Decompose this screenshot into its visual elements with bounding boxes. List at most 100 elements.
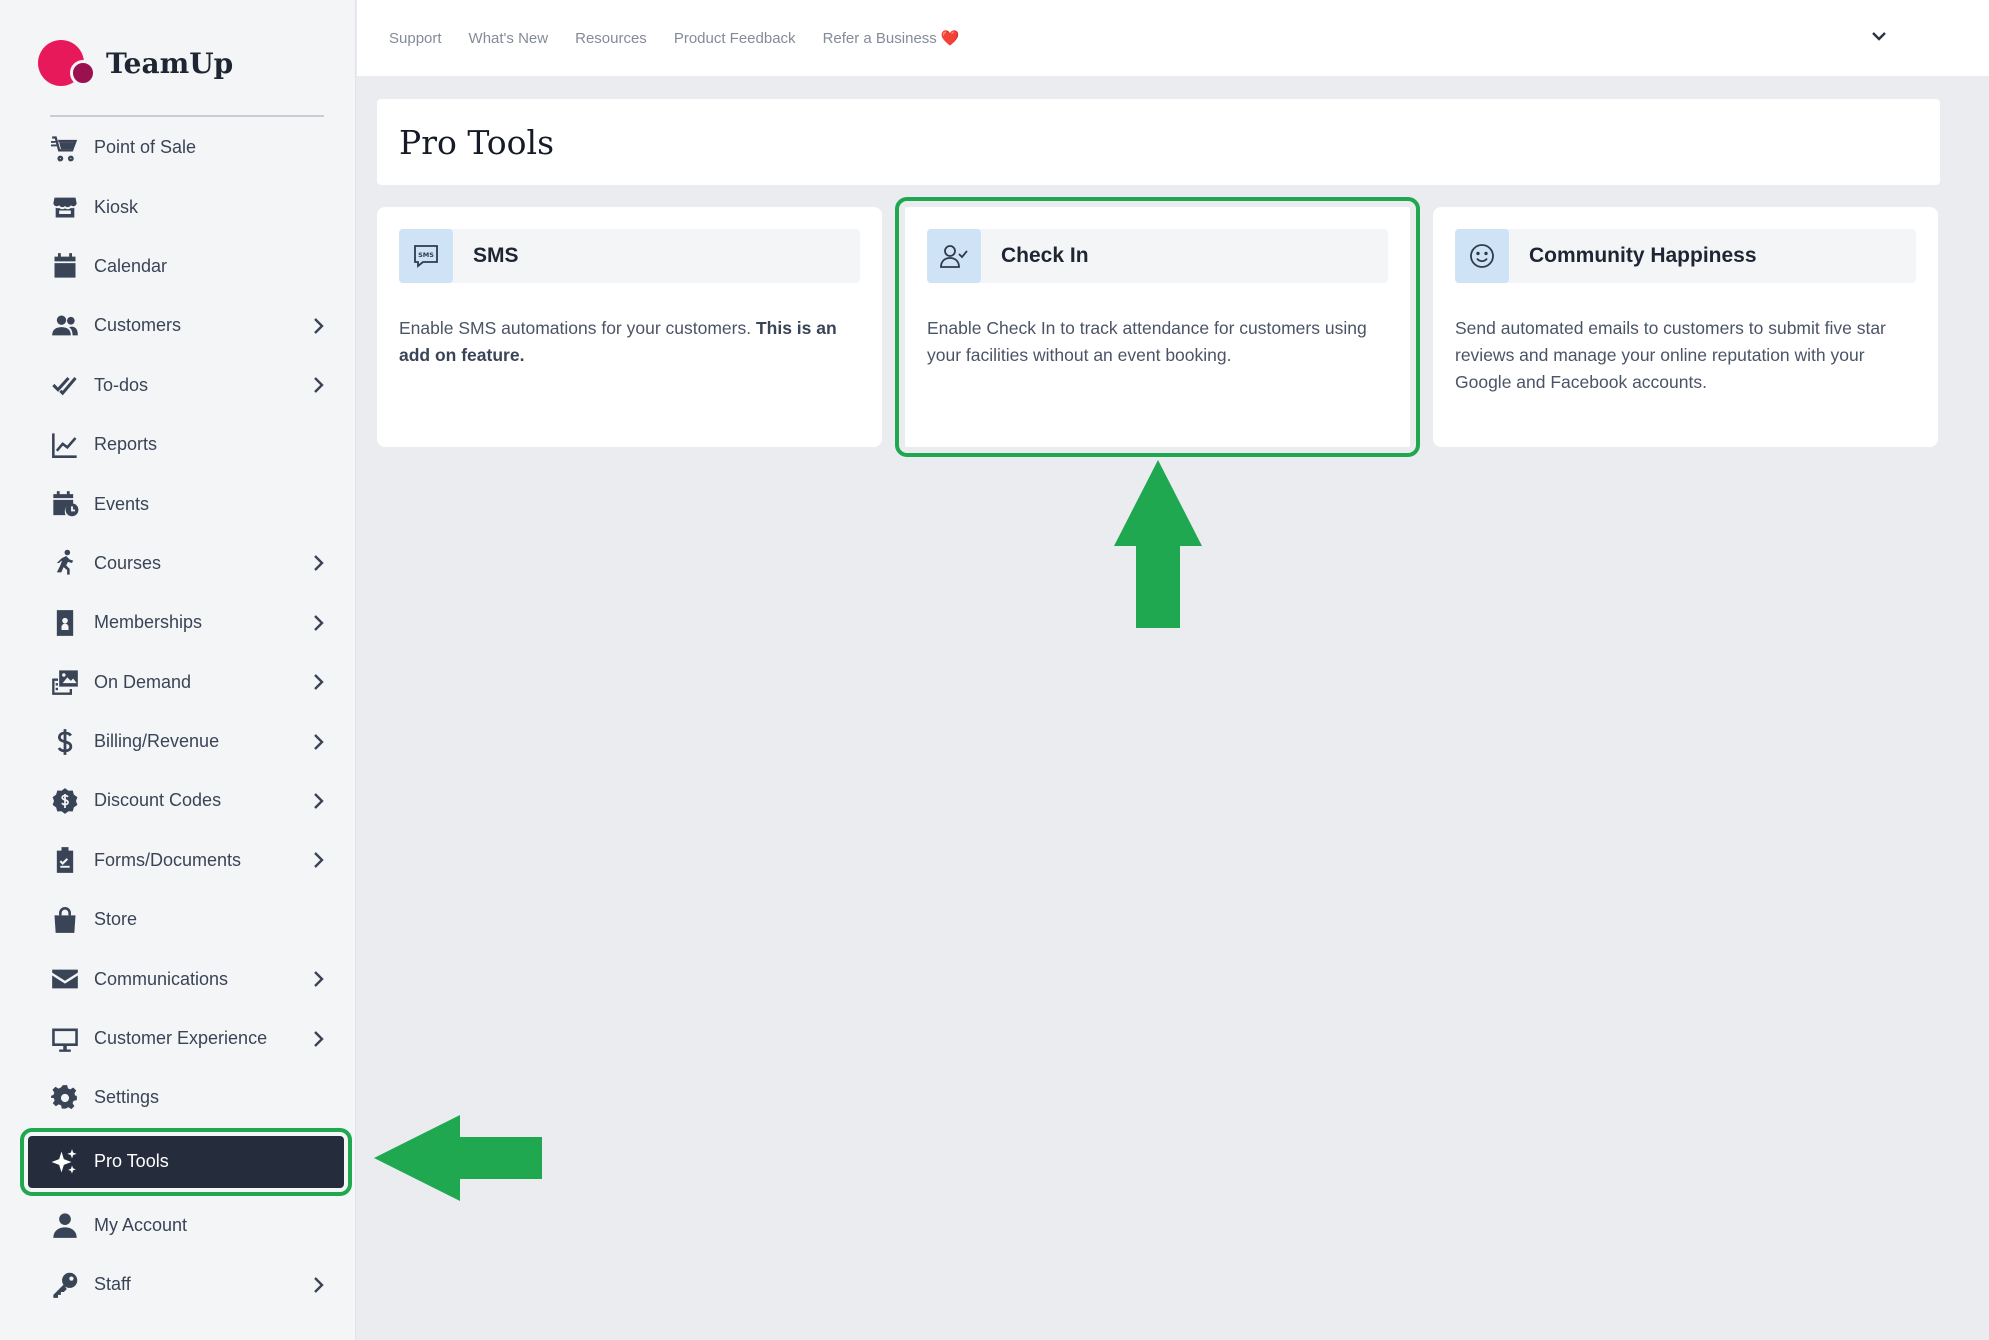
- refer-a-business-link[interactable]: Refer a Business ❤️: [823, 29, 960, 47]
- whats-new-link[interactable]: What's New: [469, 30, 549, 47]
- card-description: Enable SMS automations for your customer…: [399, 318, 837, 365]
- sms-card[interactable]: SMS SMS Enable SMS automations for your …: [377, 207, 882, 447]
- sidebar-item-label: Pro Tools: [94, 1151, 169, 1172]
- sidebar-item-label: Settings: [94, 1087, 160, 1108]
- annotation-arrow-up-icon: [1114, 460, 1202, 628]
- envelope-icon: [50, 964, 80, 994]
- sidebar-item-label: Events: [94, 493, 150, 514]
- sidebar-item-store[interactable]: Store: [20, 890, 350, 949]
- community-happiness-card[interactable]: Community Happiness Send automated email…: [1433, 207, 1938, 447]
- person-icon: [50, 1210, 80, 1240]
- chevron-right-icon: [308, 1275, 328, 1295]
- smiley-icon: [1455, 229, 1509, 283]
- heart-icon: ❤️: [940, 30, 960, 47]
- card-description: Send automated emails to customers to su…: [1455, 318, 1886, 392]
- key-icon: [50, 1270, 80, 1300]
- sidebar-item-settings[interactable]: Settings: [20, 1068, 350, 1127]
- storefront-icon: [50, 192, 80, 222]
- line-chart-icon: [50, 430, 80, 460]
- sidebar-item-billing-revenue[interactable]: Billing/Revenue: [20, 712, 350, 771]
- sidebar-item-label: Reports: [94, 434, 158, 455]
- check-in-card[interactable]: Check In Enable Check In to track attend…: [895, 197, 1420, 457]
- sidebar-item-customers[interactable]: Customers: [20, 296, 350, 355]
- sidebar-item-kiosk[interactable]: Kiosk: [20, 177, 350, 236]
- sidebar-item-communications[interactable]: Communications: [20, 949, 350, 1008]
- discount-badge-icon: [50, 786, 80, 816]
- chevron-right-icon: [308, 613, 328, 633]
- logo-text: TeamUp: [106, 46, 234, 80]
- sidebar-item-customer-experience[interactable]: Customer Experience: [20, 1009, 350, 1068]
- sidebar-item-calendar[interactable]: Calendar: [20, 237, 350, 296]
- svg-text:SMS: SMS: [418, 251, 434, 259]
- sidebar-item-to-dos[interactable]: To-dos: [20, 356, 350, 415]
- sidebar-item-label: Store: [94, 909, 138, 930]
- annotation-arrow-left-icon: [374, 1115, 542, 1201]
- sidebar-item-label: Calendar: [94, 255, 168, 276]
- chevron-right-icon: [308, 791, 328, 811]
- sidebar-item-label: On Demand: [94, 671, 192, 692]
- cart-icon: [50, 133, 80, 163]
- sidebar-item-label: Discount Codes: [94, 790, 222, 811]
- sparkles-icon: [50, 1147, 80, 1177]
- sidebar-item-label: Customer Experience: [94, 1028, 268, 1049]
- card-title: SMS: [473, 244, 519, 267]
- sidebar-item-label: To-dos: [94, 374, 149, 395]
- chevron-right-icon: [308, 732, 328, 752]
- logo[interactable]: TeamUp: [38, 38, 233, 88]
- account-dropdown-chevron-down-icon[interactable]: [1869, 26, 1889, 46]
- monitor-icon: [50, 1024, 80, 1054]
- sidebar-item-label: Staff: [94, 1274, 131, 1295]
- id-badge-icon: [50, 608, 80, 638]
- sidebar-item-discount-codes[interactable]: Discount Codes: [20, 771, 350, 830]
- sidebar-item-label: Courses: [94, 552, 162, 573]
- resources-link[interactable]: Resources: [575, 30, 647, 47]
- sidebar-item-reports[interactable]: Reports: [20, 415, 350, 474]
- double-check-icon: [50, 370, 80, 400]
- card-title: Community Happiness: [1529, 244, 1757, 267]
- calendar-clock-icon: [50, 489, 80, 519]
- video-gallery-icon: [50, 667, 80, 697]
- card-header: Community Happiness: [1455, 229, 1916, 283]
- sidebar-item-point-of-sale[interactable]: Point of Sale: [20, 118, 350, 177]
- top-bar: Support What's New Resources Product Fee…: [357, 0, 1989, 76]
- sidebar-item-label: Communications: [94, 968, 229, 989]
- chevron-right-icon: [308, 316, 328, 336]
- chevron-right-icon: [308, 375, 328, 395]
- sidebar-item-events[interactable]: Events: [20, 474, 350, 533]
- sidebar-item-label: Forms/Documents: [94, 849, 242, 870]
- sidebar-divider: [50, 115, 324, 117]
- chevron-right-icon: [308, 553, 328, 573]
- sidebar-item-staff[interactable]: Staff: [20, 1255, 350, 1314]
- chevron-right-icon: [308, 850, 328, 870]
- sidebar-item-label: Memberships: [94, 612, 203, 633]
- sidebar-item-pro-tools[interactable]: Pro Tools: [20, 1127, 352, 1196]
- page-header: Pro Tools: [377, 99, 1940, 185]
- sidebar-item-label: Billing/Revenue: [94, 731, 220, 752]
- sidebar-item-courses[interactable]: Courses: [20, 534, 350, 593]
- chevron-right-icon: [308, 969, 328, 989]
- sidebar: TeamUp Point of Sale Kiosk Calendar Cust…: [0, 0, 356, 1340]
- sidebar-nav: Point of Sale Kiosk Calendar Customers T…: [20, 118, 352, 1314]
- chevron-right-icon: [308, 672, 328, 692]
- sidebar-item-label: Point of Sale: [94, 137, 197, 158]
- clipboard-icon: [50, 845, 80, 875]
- page-title: Pro Tools: [399, 122, 555, 162]
- users-icon: [50, 311, 80, 341]
- sms-icon: SMS: [399, 229, 453, 283]
- card-header: SMS SMS: [399, 229, 860, 283]
- chevron-right-icon: [308, 1029, 328, 1049]
- sidebar-item-my-account[interactable]: My Account: [20, 1196, 350, 1255]
- shopping-bag-icon: [50, 905, 80, 935]
- support-link[interactable]: Support: [389, 30, 442, 47]
- sidebar-item-memberships[interactable]: Memberships: [20, 593, 350, 652]
- sidebar-item-on-demand[interactable]: On Demand: [20, 653, 350, 712]
- sidebar-item-label: Kiosk: [94, 196, 139, 217]
- sidebar-item-forms-documents[interactable]: Forms/Documents: [20, 831, 350, 890]
- dollar-icon: [50, 727, 80, 757]
- running-person-icon: [50, 548, 80, 578]
- sidebar-item-label: Customers: [94, 315, 182, 336]
- product-feedback-link[interactable]: Product Feedback: [674, 30, 796, 47]
- refer-a-business-label: Refer a Business: [822, 30, 937, 47]
- sidebar-item-label: My Account: [94, 1214, 188, 1235]
- calendar-icon: [50, 251, 80, 281]
